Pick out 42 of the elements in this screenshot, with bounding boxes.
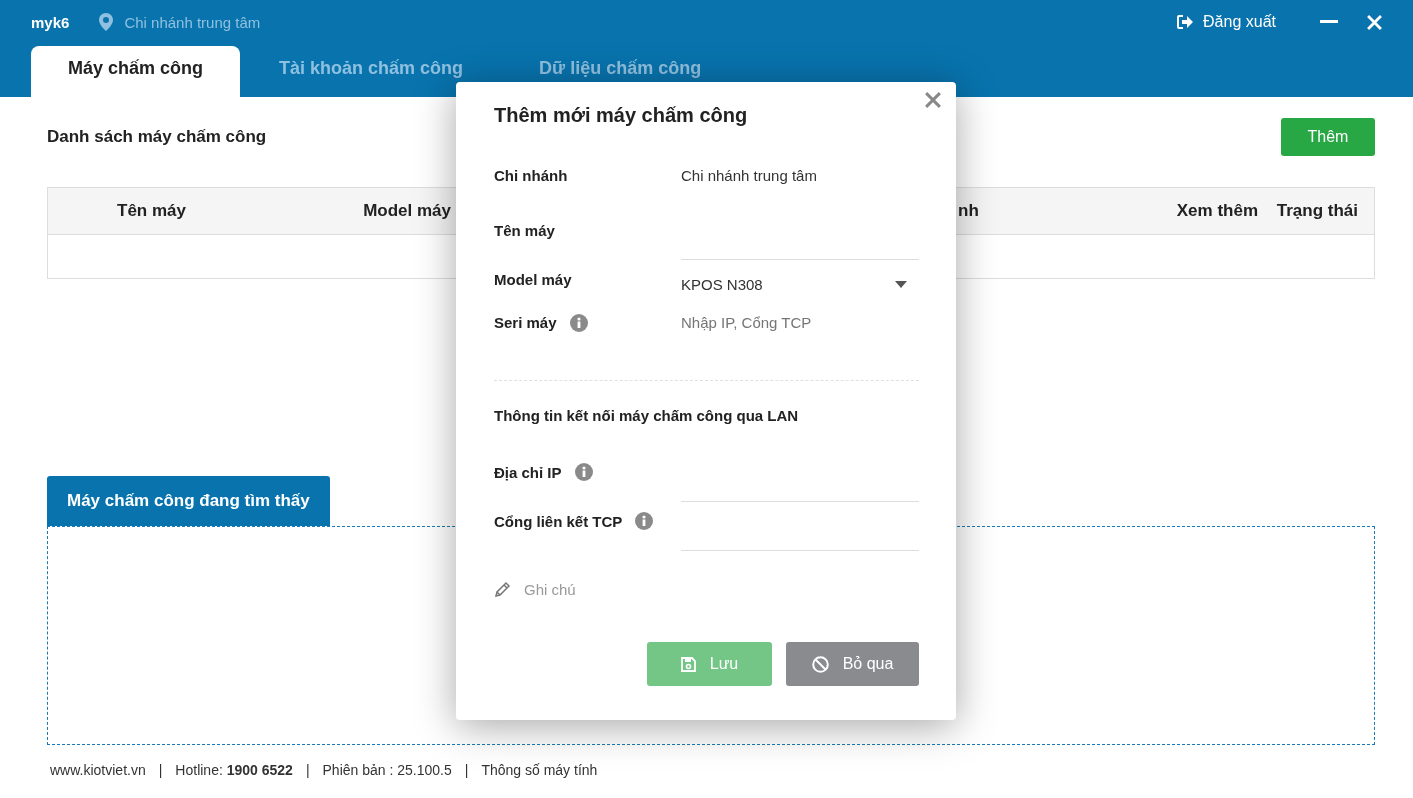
info-icon <box>635 512 654 530</box>
separator-text: | <box>305 762 310 778</box>
caret-icon <box>895 281 907 288</box>
column-header: Model máy <box>363 201 451 221</box>
dialog-title: Thêm mới máy chấm công <box>494 104 749 127</box>
field-label: Cổng liên kết TCP <box>494 512 623 530</box>
section-title: Danh sách máy chấm công <box>47 127 267 147</box>
footer-text[interactable]: Thông số máy tính <box>481 762 598 778</box>
location-pin-icon <box>99 13 114 31</box>
pencil-icon <box>494 580 511 598</box>
column-header: Xem thêm <box>1176 201 1258 221</box>
tab[interactable]: Máy chấm công <box>31 46 241 97</box>
close-button[interactable] <box>925 92 941 108</box>
tab[interactable]: Tài khoản chấm công <box>242 46 501 97</box>
column-header: nh <box>958 201 980 221</box>
field-label: Model máy <box>494 270 572 288</box>
website-link[interactable]: www.kiotviet.vn <box>50 762 146 778</box>
logout-icon <box>1177 15 1195 29</box>
panel-tab[interactable]: Máy chấm công đang tìm thấy <box>47 476 330 526</box>
footer-text: Hotline: 1900 6522 <box>175 762 293 778</box>
separator-text: | <box>464 762 469 778</box>
footer-text: Phiên bản : 25.100.5 <box>322 762 452 778</box>
info-icon <box>569 313 588 332</box>
user-name: myk6 <box>31 13 70 31</box>
field-label: Chi nhánh <box>494 167 568 184</box>
logout-button[interactable]: Đăng xuất <box>1177 13 1276 31</box>
separator-text: | <box>158 762 163 778</box>
field-label: Tên máy <box>494 221 555 239</box>
info-icon <box>574 463 593 481</box>
field-label: Seri máy <box>494 314 557 331</box>
column-header: Tên máy <box>117 201 186 221</box>
cancel-button[interactable]: Bỏ qua <box>786 642 919 686</box>
tab[interactable]: Dữ liệu chấm công <box>502 46 739 97</box>
add-button[interactable]: Thêm <box>1281 118 1375 156</box>
minimize-icon[interactable] <box>1320 20 1338 24</box>
prohibited-icon <box>811 655 829 673</box>
close-icon[interactable] <box>1367 14 1382 30</box>
field-value: Chi nhánh trung tâm <box>681 166 818 186</box>
section-heading: Thông tin kết nối máy chấm công qua LAN <box>494 407 800 424</box>
field-label: Địa chỉ IP <box>494 463 562 481</box>
branch-name: Chi nhánh trung tâm <box>124 13 261 31</box>
column-header: Trạng thái <box>1276 201 1359 221</box>
